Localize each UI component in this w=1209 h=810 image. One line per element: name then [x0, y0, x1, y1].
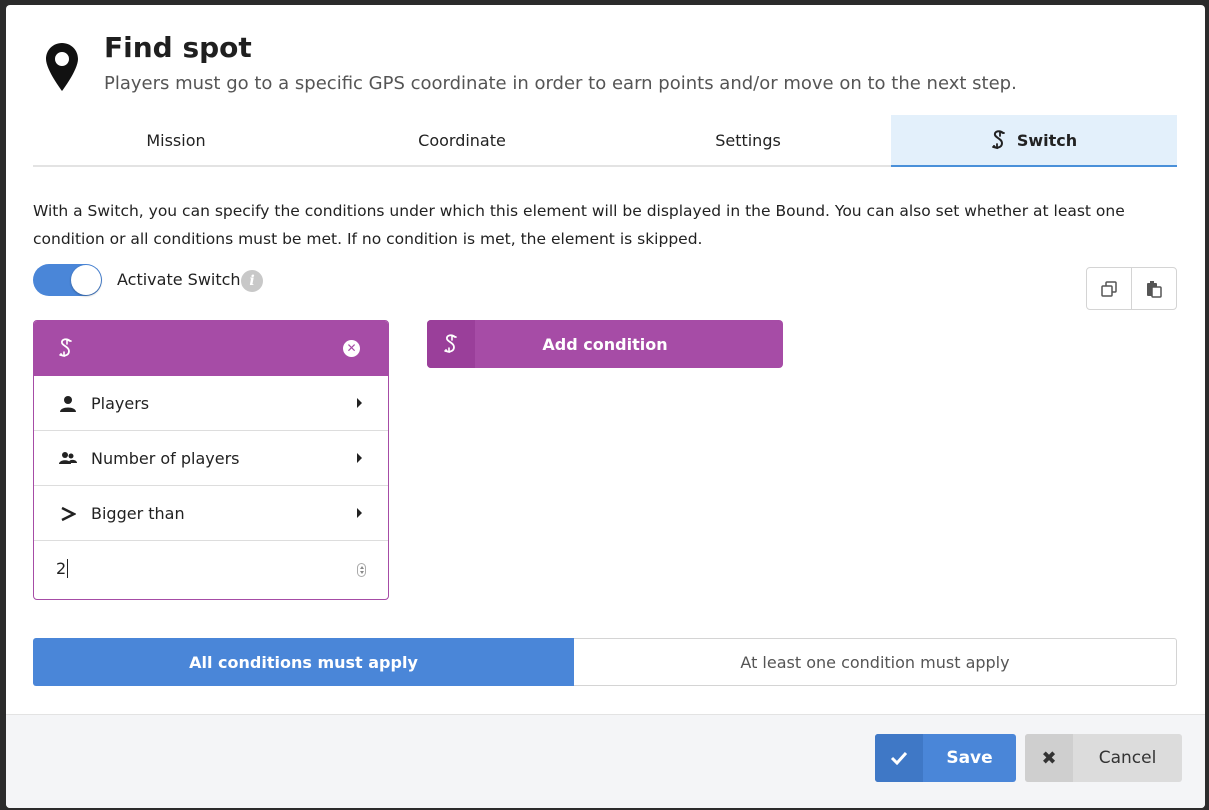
greater-than-icon [58, 504, 78, 524]
paste-button[interactable] [1131, 268, 1176, 309]
tab-label: Mission [146, 130, 206, 150]
find-spot-dialog: Find spot Players must go to a specific … [6, 5, 1205, 808]
add-condition-label: Add condition [542, 334, 668, 354]
cancel-button[interactable]: ✖ Cancel [1025, 734, 1182, 782]
cancel-label: Cancel [1098, 748, 1157, 768]
caret-right-icon [357, 453, 362, 463]
condition-row-label: Number of players [91, 448, 240, 468]
close-icon: ✖ [1025, 734, 1073, 782]
switch-icon [427, 320, 475, 368]
tab-label: Switch [1016, 130, 1078, 150]
activate-switch-toggle[interactable] [33, 264, 102, 296]
caret-right-icon [357, 508, 362, 518]
condition-row-players[interactable]: Players [34, 376, 388, 431]
dialog-title: Find spot [104, 31, 252, 64]
switch-description: With a Switch, you can specify the condi… [33, 202, 1125, 248]
remove-condition-icon[interactable]: ✕ [343, 340, 360, 357]
user-icon [58, 394, 78, 414]
condition-value[interactable]: 2 [56, 559, 69, 578]
tab-mission[interactable]: Mission [33, 115, 319, 165]
all-conditions-option[interactable]: All conditions must apply [33, 638, 574, 686]
map-pin-icon [46, 43, 78, 91]
add-condition-button[interactable]: Add condition [427, 320, 783, 368]
users-icon [58, 449, 78, 469]
caret-right-icon [357, 398, 362, 408]
dialog-subtitle: Players must go to a specific GPS coordi… [104, 73, 1017, 94]
dialog-footer: Save ✖ Cancel [6, 714, 1205, 808]
condition-card: ✕ Players Number of players Bigger than … [33, 320, 389, 600]
activate-switch-label: Activate Switch [117, 270, 241, 289]
condition-row-bigger-than[interactable]: Bigger than [34, 486, 388, 541]
tab-coordinate[interactable]: Coordinate [319, 115, 605, 165]
switch-icon [991, 130, 1005, 150]
copy-icon [1101, 280, 1117, 297]
condition-row-label: Bigger than [91, 503, 185, 523]
copy-paste-group [1086, 267, 1177, 310]
tab-label: Coordinate [418, 130, 506, 150]
info-icon[interactable]: i [241, 270, 263, 292]
condition-header: ✕ [34, 321, 388, 376]
condition-row-number-of-players[interactable]: Number of players [34, 431, 388, 486]
number-stepper-icon[interactable] [357, 563, 366, 577]
save-button[interactable]: Save [875, 734, 1016, 782]
tab-bar: Mission Coordinate Settings Switch [33, 115, 1177, 167]
toggle-knob [71, 265, 101, 295]
copy-button[interactable] [1087, 268, 1131, 309]
apply-mode-toggle: All conditions must apply At least one c… [33, 638, 1177, 686]
tab-switch[interactable]: Switch [891, 115, 1177, 167]
any-condition-option[interactable]: At least one condition must apply [574, 638, 1177, 686]
tab-label: Settings [715, 130, 781, 150]
dialog-header: Find spot Players must go to a specific … [6, 5, 1205, 115]
save-label: Save [946, 748, 993, 768]
check-icon [875, 734, 923, 782]
tab-settings[interactable]: Settings [605, 115, 891, 165]
switch-icon [59, 338, 72, 358]
condition-row-label: Players [91, 393, 150, 413]
condition-value-input[interactable]: 2 [34, 541, 388, 599]
paste-icon [1147, 280, 1162, 298]
